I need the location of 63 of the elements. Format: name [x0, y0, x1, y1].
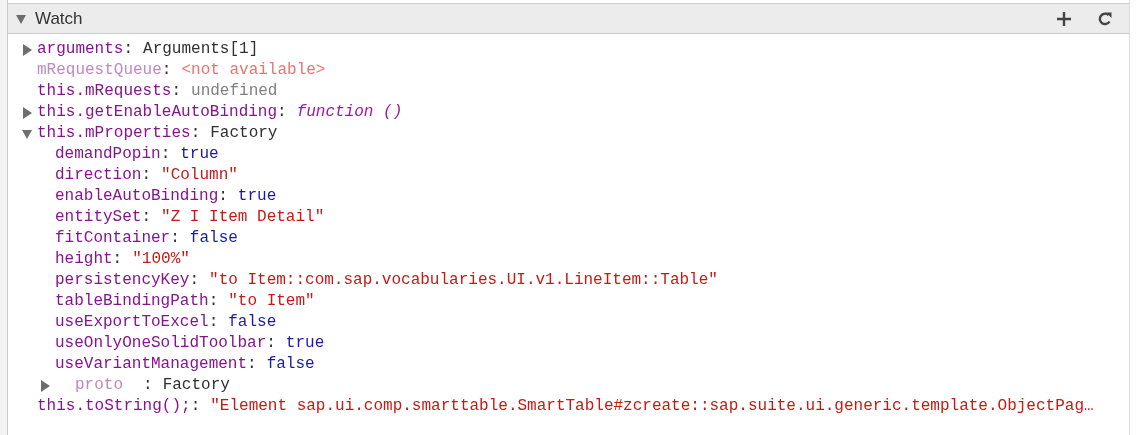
property-name: this.mRequests: [37, 81, 172, 102]
colon-separator: :: [277, 102, 287, 123]
colon-separator: :: [208, 291, 219, 312]
colon-separator: :: [123, 39, 134, 60]
colon-separator: :: [266, 333, 276, 354]
property-value: "to Item::com.sap.vocabularies.UI.v1.LineItem::Table": [209, 270, 718, 291]
property-value: "to Item": [228, 291, 315, 312]
property-value: true: [285, 333, 325, 354]
property-name: useVariantManagement: [55, 354, 248, 375]
colon-separator: :: [208, 312, 219, 333]
colon-separator: :: [160, 144, 171, 165]
property-value: undefined: [191, 81, 278, 102]
colon-separator: :: [171, 81, 182, 102]
property-name: arguments: [37, 39, 124, 60]
property-name: tableBindingPath: [55, 291, 209, 312]
property-value: Arguments[1]: [143, 39, 259, 60]
add-icon[interactable]: [1056, 10, 1072, 27]
property-name: direction: [55, 165, 142, 186]
property-name: this.mProperties: [37, 123, 191, 144]
property-name: mRequestQueue: [37, 60, 162, 81]
colon-separator: :: [161, 60, 172, 81]
property-value: false: [266, 354, 315, 375]
property-value: true: [180, 144, 219, 165]
colon-separator: :: [247, 354, 257, 375]
colon-separator: :: [141, 165, 152, 186]
colon-separator: :: [190, 123, 201, 144]
colon-separator: :: [218, 186, 228, 207]
watch-section-header[interactable]: Watch: [8, 3, 1129, 34]
expanded-triangle-icon[interactable]: [22, 127, 33, 140]
property-name: height: [55, 249, 113, 270]
property-name: proto: [75, 375, 123, 396]
property-value: false: [228, 312, 277, 333]
colon-separator: :: [190, 396, 201, 417]
property-value: true: [237, 186, 277, 207]
property-name: enableAutoBinding: [55, 186, 219, 207]
property-name: useOnlyOneSolidToolbar: [55, 333, 267, 354]
collapsed-triangle-icon[interactable]: [40, 379, 51, 392]
property-value: "100%": [132, 249, 190, 270]
refresh-icon[interactable]: [1097, 10, 1113, 27]
property-value: false: [189, 228, 238, 249]
property-value: "Z I Item Detail": [161, 207, 325, 228]
property-name: entitySet: [55, 207, 142, 228]
property-value: function (): [296, 102, 403, 123]
section-title: Watch: [35, 7, 83, 30]
property-value: Factory: [162, 375, 230, 396]
colon-separator: :: [189, 270, 200, 291]
property-value: "Column": [161, 165, 238, 186]
colon-separator: :: [141, 207, 152, 228]
colon-separator: :: [170, 228, 180, 249]
property-name: fitContainer: [55, 228, 171, 249]
colon-separator: :: [143, 375, 153, 396]
property-name: this.toString();: [37, 396, 191, 417]
expanded-triangle-icon[interactable]: [16, 12, 27, 25]
property-name: this.getEnableAutoBinding: [37, 102, 278, 123]
property-value: <not available>: [181, 60, 326, 81]
property-name: persistencyKey: [55, 270, 190, 291]
collapsed-triangle-icon[interactable]: [22, 106, 33, 119]
colon-separator: :: [112, 249, 123, 270]
property-value: "Element sap.ui.comp.smarttable.SmartTable#zcreate::sap.suite.ui.generic.template.ObjectPag…: [210, 396, 1094, 417]
property-value: Factory: [210, 123, 278, 144]
property-name: demandPopin: [55, 144, 161, 165]
collapsed-triangle-icon[interactable]: [22, 43, 33, 56]
property-name: useExportToExcel: [55, 312, 209, 333]
